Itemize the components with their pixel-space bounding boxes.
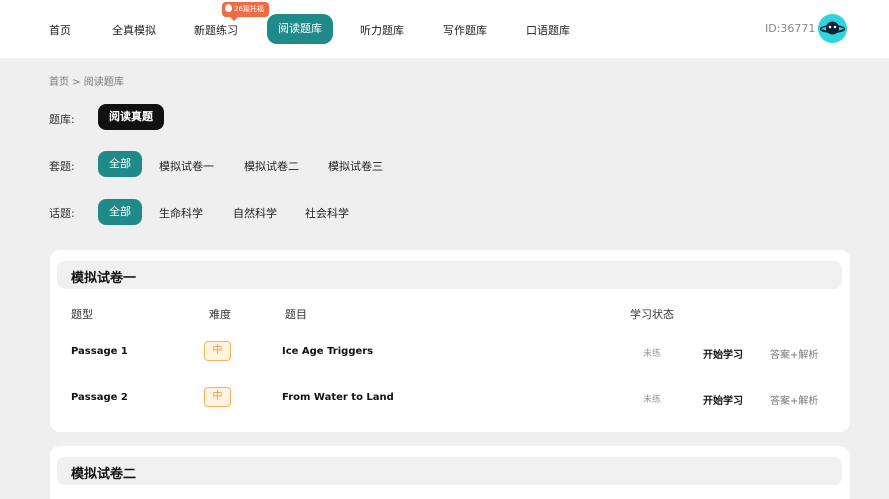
paper-card-1: 模拟试卷一 题型 难度 题目 学习状态 Passage 1 中 Ice Age … [50,250,850,432]
new-practice-badge: 26篇托福 [222,2,269,21]
paper-title: 模拟试卷一 [71,271,137,286]
nav-speaking-bank[interactable]: 口语题库 [526,22,570,38]
flame-icon [225,4,232,12]
paper-title: 模拟试卷二 [71,467,137,482]
column-status: 学习状态 [630,308,674,321]
difficulty-badge: 中 [204,387,231,407]
nav-new-practice[interactable]: 新题练习 [194,22,238,38]
set-option-mock-1[interactable]: 模拟试卷一 [159,158,214,174]
nav-reading-bank[interactable]: 阅读题库 [267,14,333,44]
row-type: Passage 2 [71,392,128,403]
nav-home[interactable]: 首页 [49,22,71,38]
start-learning-button[interactable]: 开始学习 [703,346,743,361]
set-chip-all[interactable]: 全部 [98,151,142,177]
avatar[interactable] [818,14,847,43]
nav-listening-bank[interactable]: 听力题库 [360,22,404,38]
topic-chip-all[interactable]: 全部 [98,199,142,225]
row-topic[interactable]: From Water to Land [282,392,394,403]
answer-analysis-link[interactable]: 答案+解析 [770,392,818,407]
row-status: 未练 [643,395,662,405]
start-learning-button[interactable]: 开始学习 [703,392,743,407]
paper-card-header: 模拟试卷一 [57,261,842,289]
top-nav-bar: 首页 全真模拟 新题练习 26篇托福 阅读题库 听力题库 写作题库 口语题库 I… [0,0,889,58]
planet-avatar-icon [818,14,847,43]
nav-mock-exam[interactable]: 全真模拟 [112,22,156,38]
difficulty-badge: 中 [204,341,231,361]
breadcrumb: 首页 > 阅读题库 [49,77,124,88]
paper-card-header: 模拟试卷二 [57,457,842,485]
column-topic: 题目 [285,308,307,321]
column-type: 题型 [71,308,93,321]
nav-writing-bank[interactable]: 写作题库 [443,22,487,38]
user-id: ID:36771 [765,22,816,35]
topic-option-social-science[interactable]: 社会科学 [305,205,349,221]
topic-option-natural-science[interactable]: 自然科学 [233,205,277,221]
topic-filter-label: 话题: [49,207,75,220]
paper-card-2: 模拟试卷二 [50,446,850,499]
bank-chip-reading[interactable]: 阅读真题 [98,104,164,130]
set-option-mock-3[interactable]: 模拟试卷三 [328,158,383,174]
bank-filter-label: 题库: [49,113,75,126]
set-filter-label: 套题: [49,160,75,173]
answer-analysis-link[interactable]: 答案+解析 [770,346,818,361]
row-topic[interactable]: Ice Age Triggers [282,346,373,357]
set-option-mock-2[interactable]: 模拟试卷二 [244,158,299,174]
badge-text: 26篇托福 [234,5,264,13]
column-difficulty: 难度 [209,308,231,321]
row-type: Passage 1 [71,346,128,357]
row-status: 未练 [643,349,662,359]
topic-option-life-science[interactable]: 生命科学 [159,205,203,221]
